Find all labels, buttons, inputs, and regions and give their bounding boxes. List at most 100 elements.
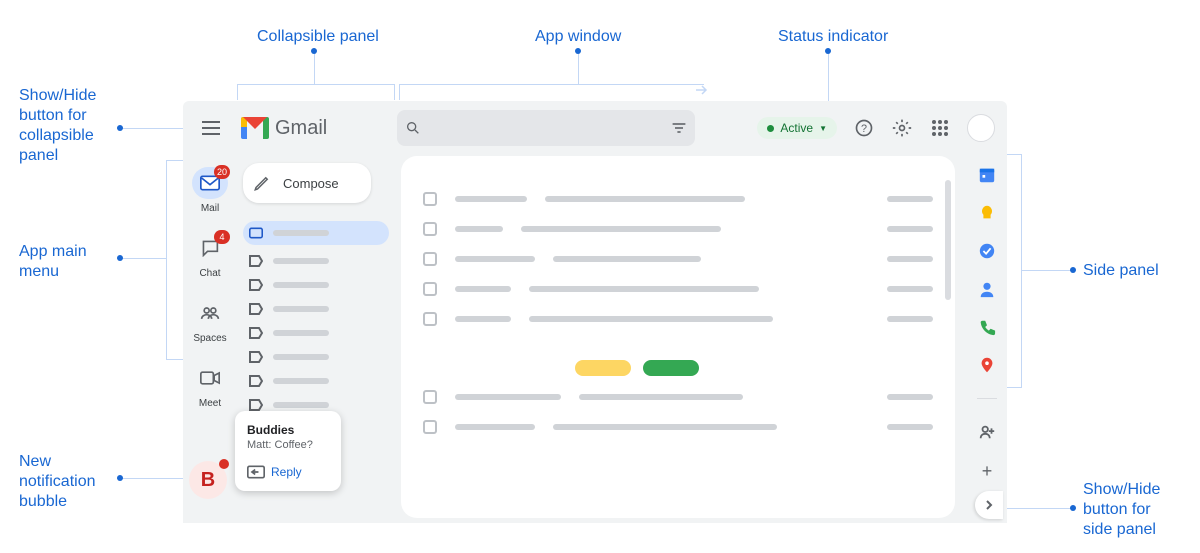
settings-icon[interactable] [891, 117, 913, 139]
calendar-icon[interactable] [978, 166, 996, 184]
folder-row[interactable] [243, 301, 389, 317]
folder-row[interactable] [243, 277, 389, 293]
row-date-placeholder [887, 394, 933, 400]
search-filter-icon[interactable] [671, 121, 687, 135]
search-input[interactable] [397, 110, 695, 146]
header-actions: Active ▼ ? [757, 114, 1007, 142]
pencil-icon [253, 174, 271, 192]
inbox-row[interactable] [415, 274, 941, 304]
maps-icon[interactable] [978, 356, 996, 374]
row-checkbox[interactable] [423, 420, 437, 434]
folder-placeholder [273, 402, 329, 408]
account-avatar[interactable] [967, 114, 995, 142]
annotation-notification-bubble: New notification bubble [19, 452, 96, 512]
scrollbar[interactable] [945, 180, 951, 300]
folder-placeholder [273, 330, 329, 336]
notification-reply-button[interactable]: Reply [247, 465, 329, 479]
label-chip-green[interactable] [643, 360, 699, 376]
row-checkbox[interactable] [423, 312, 437, 326]
folder-row[interactable] [243, 253, 389, 269]
row-sender-placeholder [455, 394, 561, 400]
label-icon [249, 399, 263, 411]
row-subject-placeholder [579, 394, 743, 400]
row-subject-placeholder [545, 196, 745, 202]
annotation-status-indicator: Status indicator [778, 27, 888, 47]
label-icon [249, 327, 263, 339]
rail-label: Chat [199, 268, 220, 279]
row-date-placeholder [887, 256, 933, 262]
row-checkbox[interactable] [423, 282, 437, 296]
gmail-header: Gmail Active ▼ ? [183, 101, 1007, 155]
contacts-add-icon[interactable] [978, 423, 996, 441]
side-panel: + [967, 156, 1007, 496]
folder-row[interactable] [243, 325, 389, 341]
chevron-down-icon: ▼ [819, 124, 827, 133]
main-menu-button[interactable] [191, 108, 231, 148]
rail-item-mail[interactable]: 20 Mail [188, 167, 232, 214]
row-sender-placeholder [455, 196, 527, 202]
row-sender-placeholder [455, 226, 503, 232]
apps-grid-icon[interactable] [929, 117, 951, 139]
status-indicator[interactable]: Active ▼ [757, 117, 837, 139]
help-icon[interactable]: ? [853, 117, 875, 139]
voice-icon[interactable] [978, 318, 996, 336]
row-checkbox[interactable] [423, 192, 437, 206]
row-checkbox[interactable] [423, 222, 437, 236]
inbox-row[interactable] [415, 214, 941, 244]
side-panel-divider [977, 398, 997, 399]
product-name: Gmail [275, 117, 327, 140]
status-label: Active [780, 121, 813, 135]
folder-row[interactable] [243, 349, 389, 365]
rail-badge: 4 [214, 230, 230, 244]
inbox-row[interactable] [415, 412, 941, 442]
notification-snippet: Matt: Coffee? [247, 439, 329, 451]
rail-label: Mail [201, 203, 219, 214]
row-sender-placeholder [455, 424, 535, 430]
rail-item-chat[interactable]: 4 Chat [188, 232, 232, 279]
folder-row[interactable] [243, 221, 389, 245]
notification-initial: B [201, 469, 215, 492]
contacts-icon[interactable] [978, 280, 996, 298]
label-icon [249, 375, 263, 387]
row-subject-placeholder [553, 424, 777, 430]
row-date-placeholder [887, 424, 933, 430]
folder-row[interactable] [243, 373, 389, 389]
folder-placeholder [273, 306, 329, 312]
compose-button[interactable]: Compose [243, 163, 371, 203]
row-date-placeholder [887, 286, 933, 292]
inbox-row[interactable] [415, 382, 941, 412]
meet-icon [200, 371, 220, 385]
label-chip-yellow[interactable] [575, 360, 631, 376]
add-addon-button[interactable]: + [982, 461, 993, 482]
folder-placeholder [273, 230, 329, 236]
gmail-logo[interactable]: Gmail [241, 117, 327, 140]
keep-icon[interactable] [978, 204, 996, 222]
inbox-panel [401, 156, 955, 518]
inbox-row[interactable] [415, 184, 941, 214]
inbox-row[interactable] [415, 304, 941, 334]
svg-text:?: ? [861, 123, 867, 135]
row-date-placeholder [887, 226, 933, 232]
tasks-icon[interactable] [978, 242, 996, 260]
row-sender-placeholder [455, 256, 535, 262]
rail-item-spaces[interactable]: Spaces [188, 297, 232, 344]
folder-placeholder [273, 282, 329, 288]
label-icon [249, 351, 263, 363]
notification-bubble[interactable]: B [189, 461, 227, 499]
chevron-right-icon [983, 499, 995, 511]
side-panel-toggle[interactable] [975, 491, 1003, 519]
reply-icon [247, 465, 265, 479]
row-checkbox[interactable] [423, 390, 437, 404]
row-checkbox[interactable] [423, 252, 437, 266]
folder-list [243, 221, 389, 413]
notification-popover: Buddies Matt: Coffee? Reply [235, 411, 341, 491]
rail-badge: 20 [214, 165, 230, 179]
folder-placeholder [273, 258, 329, 264]
row-sender-placeholder [455, 286, 511, 292]
notification-title: Buddies [247, 423, 329, 437]
annotation-show-hide-collapsible: Show/Hide button for collapsible panel [19, 86, 96, 166]
rail-item-meet[interactable]: Meet [188, 362, 232, 409]
label-icon [249, 279, 263, 291]
inbox-row[interactable] [415, 244, 941, 274]
row-sender-placeholder [455, 316, 511, 322]
